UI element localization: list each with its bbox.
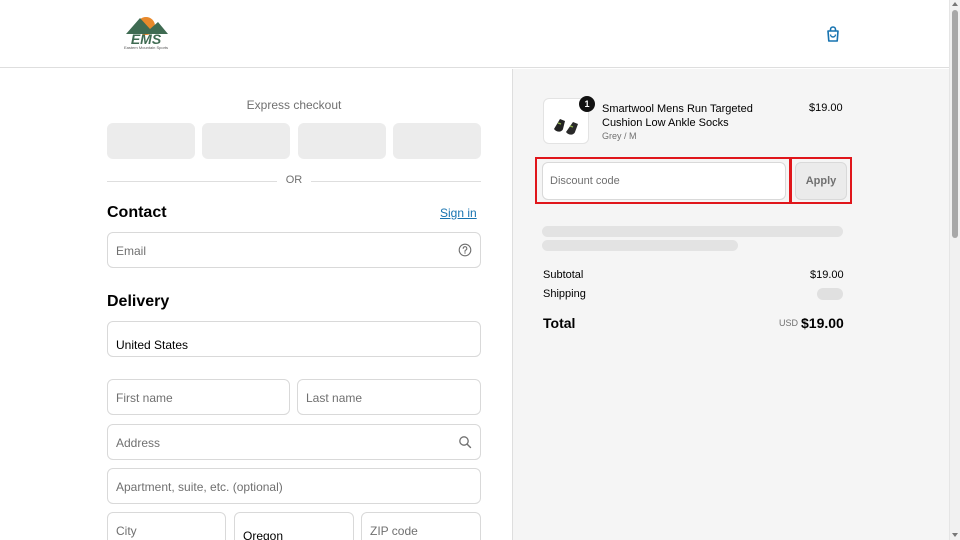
apartment-placeholder: Apartment, suite, etc. (optional) <box>116 480 283 494</box>
product-variant: Grey / M <box>602 131 637 141</box>
search-icon <box>458 435 472 449</box>
contact-title: Contact <box>107 204 167 221</box>
shopping-bag-icon[interactable] <box>823 24 843 44</box>
product-price: $19.00 <box>809 102 843 114</box>
subtotal-value: $19.00 <box>810 269 844 281</box>
city-field[interactable]: City <box>107 512 226 540</box>
shipping-loading-placeholder <box>817 288 843 300</box>
sign-in-link[interactable]: Sign in <box>440 206 477 220</box>
express-pay-button-4[interactable] <box>393 123 481 159</box>
or-divider-text: OR <box>280 174 308 186</box>
scroll-down-arrow-icon[interactable] <box>952 533 958 537</box>
order-summary: 1 Smartwool Mens Run Targeted Cushion Lo… <box>512 69 949 540</box>
loading-placeholder-line-2 <box>542 240 738 251</box>
checkout-form: Express checkout OR Contact Sign in Emai… <box>0 69 512 540</box>
first-name-field[interactable]: First name <box>107 379 290 415</box>
logo-tagline: Eastern Mountain Sports <box>123 45 169 50</box>
discount-code-placeholder: Discount code <box>550 175 620 187</box>
ems-logo[interactable]: EMS Eastern Mountain Sports <box>120 14 172 52</box>
subtotal-label: Subtotal <box>543 269 584 281</box>
currency-code: USD <box>779 318 799 328</box>
express-checkout-title: Express checkout <box>246 98 342 112</box>
email-placeholder: Email <box>116 244 147 258</box>
apply-discount-button[interactable]: Apply <box>795 162 847 200</box>
product-name: Smartwool Mens Run Targeted Cushion Low … <box>602 103 753 129</box>
zip-code-field[interactable]: ZIP code <box>361 512 481 540</box>
country-select[interactable]: United States <box>107 321 481 357</box>
shipping-label: Shipping <box>543 288 586 300</box>
state-value: Oregon <box>243 529 284 540</box>
total-label: Total <box>543 315 576 331</box>
last-name-field[interactable]: Last name <box>297 379 481 415</box>
quantity-badge: 1 <box>579 96 595 112</box>
mountain-logo-icon: EMS <box>126 17 168 47</box>
discount-code-field[interactable]: Discount code <box>542 162 786 200</box>
total-value: $19.00 <box>801 315 844 331</box>
divider-line-right <box>311 181 481 182</box>
scrollbar-thumb[interactable] <box>952 10 958 238</box>
page-scrollbar[interactable] <box>949 0 960 540</box>
address-placeholder: Address <box>116 436 161 450</box>
logo-wordmark: EMS <box>131 31 162 46</box>
email-field[interactable]: Email <box>107 232 481 268</box>
address-field[interactable]: Address <box>107 424 481 460</box>
state-select[interactable]: Oregon <box>234 512 354 540</box>
question-circle-icon[interactable] <box>458 243 472 257</box>
loading-placeholder-line-1 <box>542 226 843 237</box>
first-name-placeholder: First name <box>116 391 173 405</box>
country-value: United States <box>116 338 189 352</box>
city-placeholder: City <box>116 524 137 538</box>
zip-code-placeholder: ZIP code <box>370 524 418 538</box>
express-pay-button-1[interactable] <box>107 123 195 159</box>
express-pay-button-2[interactable] <box>202 123 290 159</box>
last-name-placeholder: Last name <box>306 391 363 405</box>
scroll-up-arrow-icon[interactable] <box>952 2 958 6</box>
checkout-header: EMS Eastern Mountain Sports <box>0 0 949 68</box>
delivery-title: Delivery <box>107 293 170 310</box>
divider-line-left <box>107 181 277 182</box>
express-pay-button-3[interactable] <box>298 123 386 159</box>
apartment-field[interactable]: Apartment, suite, etc. (optional) <box>107 468 481 504</box>
